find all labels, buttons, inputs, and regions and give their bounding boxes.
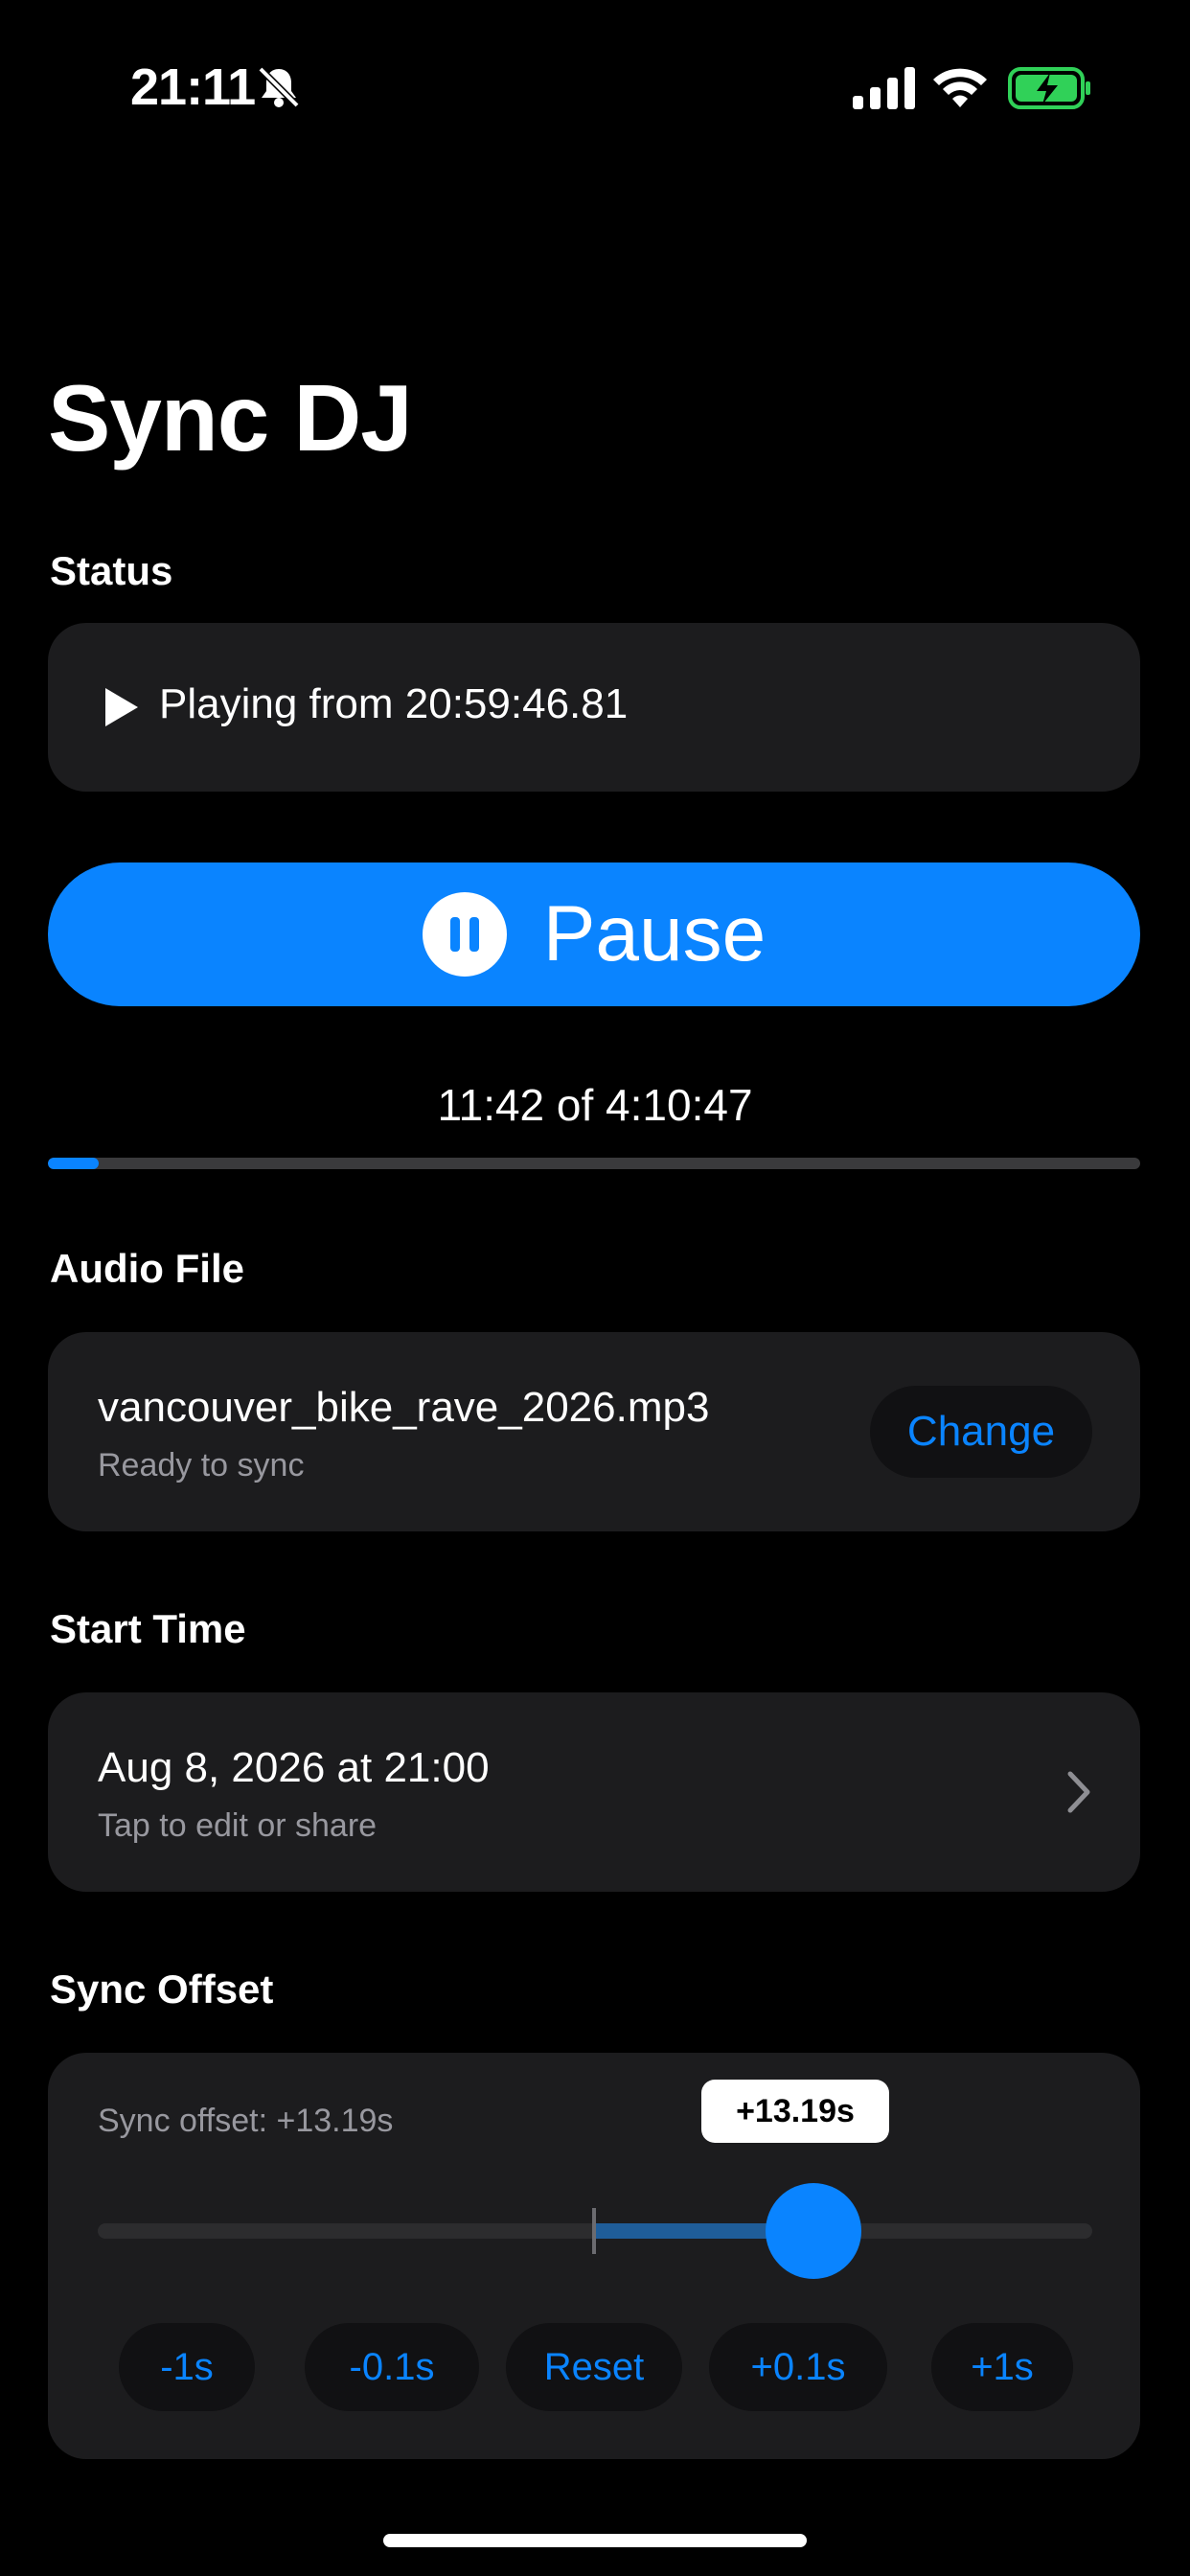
playback-progress-text: 11:42 of 4:10:47 [437,1080,753,1130]
status-section-label: Status [50,548,173,593]
battery-charging-icon [1008,67,1090,109]
playback-progress-fill [48,1158,100,1169]
minus-1s-button[interactable]: -1s [119,2323,255,2411]
file-status: Ready to sync [98,1447,305,1484]
pause-button-label: Pause [542,890,767,978]
play-icon [105,688,138,726]
start-time-section-label: Start Time [50,1606,246,1651]
start-time-card[interactable]: Aug 8, 2026 at 21:00 Tap to edit or shar… [48,1692,1140,1892]
status-bar: 21:11 [0,0,1190,172]
playback-progress-bar [48,1158,1140,1169]
start-time-hint: Tap to edit or share [98,1807,378,1844]
page-title: Sync DJ [48,365,413,471]
cellular-signal-icon [853,67,915,109]
sync-offset-card: Sync offset: +13.19s +13.19s -1s -0.1s R… [48,2053,1140,2459]
offset-slider-thumb[interactable] [766,2183,862,2279]
plus-1s-button[interactable]: +1s [931,2323,1073,2411]
plus-0-1s-button[interactable]: +0.1s [709,2323,887,2411]
offset-value-tooltip: +13.19s [701,2080,889,2143]
pause-button[interactable]: Pause [48,862,1140,1006]
sync-offset-section-label: Sync Offset [50,1966,274,2012]
audio-section-label: Audio File [50,1246,244,1291]
chevron-right-icon [1067,1771,1090,1813]
pause-circle-icon [422,892,507,977]
start-time-value: Aug 8, 2026 at 21:00 [98,1744,490,1791]
change-file-button[interactable]: Change [870,1386,1092,1478]
offset-zero-marker [592,2208,596,2254]
status-text: Playing from 20:59:46.81 [159,680,629,727]
offset-step-buttons: -1s -0.1s Reset +0.1s +1s [48,2323,1140,2411]
audio-file-card: vancouver_bike_rave_2026.mp3 Ready to sy… [48,1332,1140,1531]
status-card: Playing from 20:59:46.81 [48,623,1140,792]
sync-offset-text: Sync offset: +13.19s [98,2103,394,2139]
bell-slash-icon [258,66,300,108]
file-name: vancouver_bike_rave_2026.mp3 [98,1384,710,1431]
wifi-icon [933,68,987,107]
minus-0-1s-button[interactable]: -0.1s [305,2323,479,2411]
home-indicator [383,2534,807,2547]
clock: 21:11 [130,58,256,116]
reset-offset-button[interactable]: Reset [506,2323,682,2411]
